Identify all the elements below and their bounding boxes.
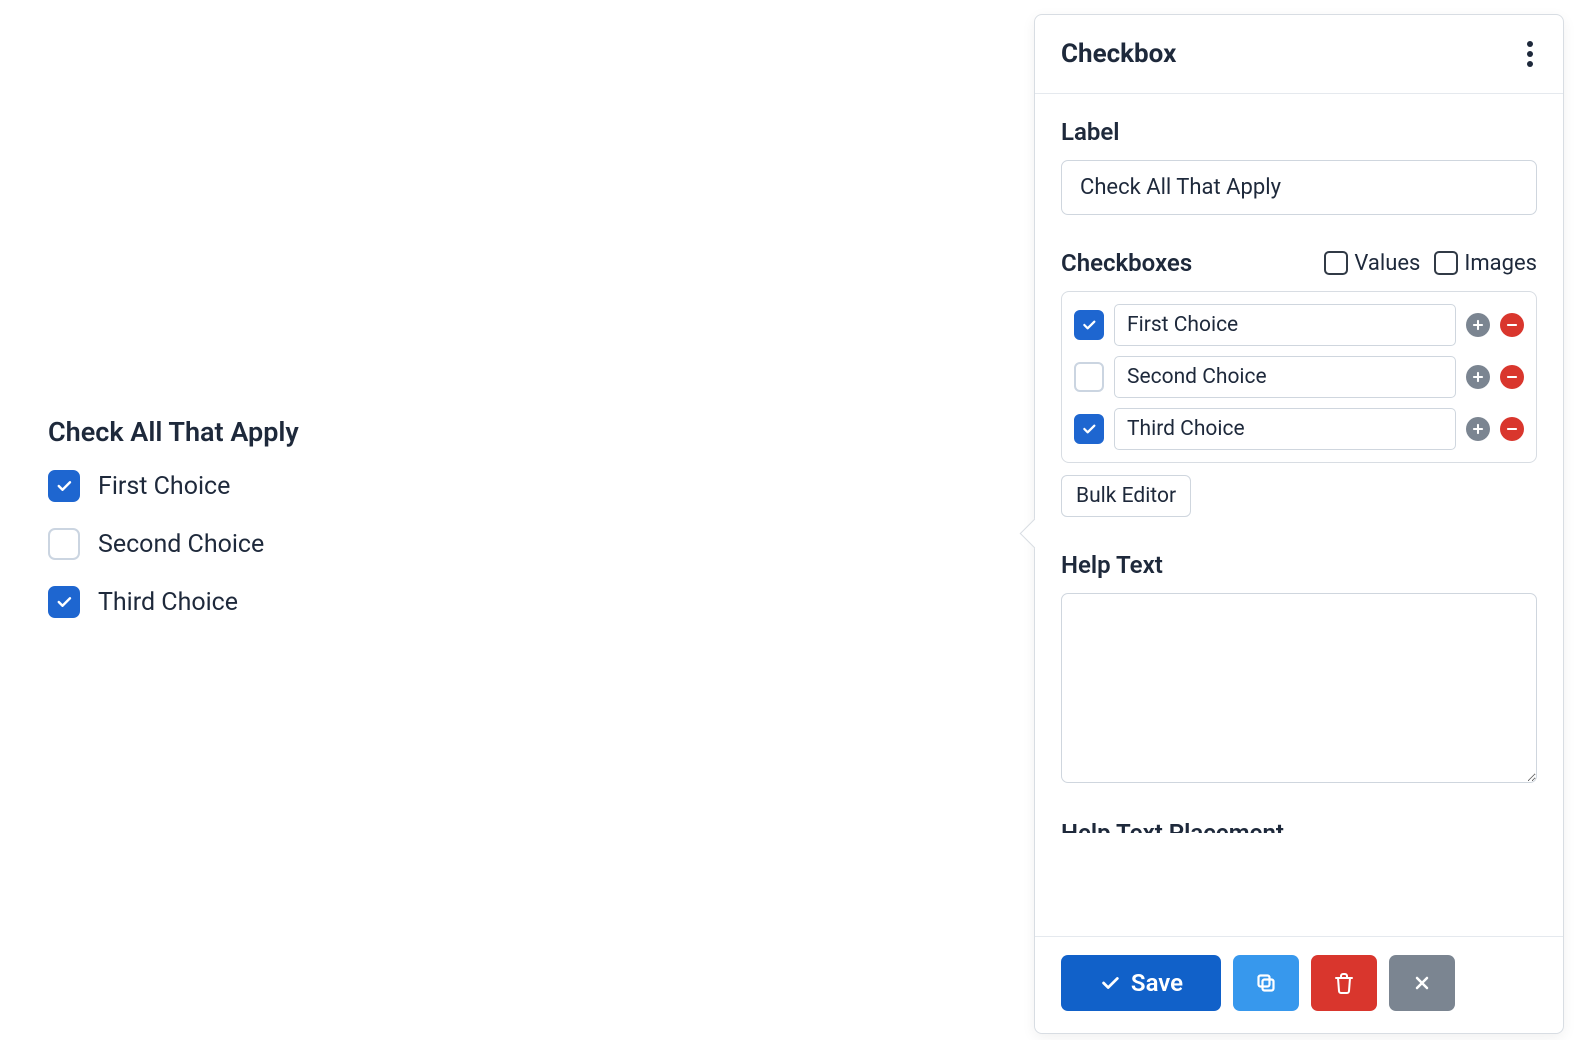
- duplicate-button[interactable]: [1233, 955, 1299, 1011]
- remove-option-icon[interactable]: [1500, 417, 1524, 441]
- option-label-input[interactable]: [1114, 356, 1456, 398]
- preview-item: Third Choice: [48, 586, 748, 618]
- remove-option-icon[interactable]: [1500, 313, 1524, 337]
- preview-checkbox[interactable]: [48, 528, 80, 560]
- options-list: [1061, 291, 1537, 463]
- checkboxes-heading: Checkboxes: [1061, 249, 1192, 277]
- option-default-checkbox[interactable]: [1074, 362, 1104, 392]
- preview-checkbox[interactable]: [48, 470, 80, 502]
- settings-panel: Checkbox Label Checkboxes Values Images: [1034, 14, 1564, 1034]
- trash-icon: [1332, 971, 1356, 995]
- preview-area: Check All That Apply First Choice Second…: [48, 416, 748, 644]
- option-row: [1074, 356, 1524, 398]
- option-row: [1074, 304, 1524, 346]
- option-label-input[interactable]: [1114, 304, 1456, 346]
- save-button[interactable]: Save: [1061, 955, 1221, 1011]
- option-label-input[interactable]: [1114, 408, 1456, 450]
- toggle-images[interactable]: Images: [1434, 251, 1537, 276]
- bulk-editor-button[interactable]: Bulk Editor: [1061, 475, 1191, 517]
- panel-footer: Save: [1035, 936, 1563, 1033]
- more-actions-icon[interactable]: [1523, 37, 1537, 71]
- copy-icon: [1254, 971, 1278, 995]
- add-option-icon[interactable]: [1466, 417, 1490, 441]
- help-text-placement-heading: Help Text Placement: [1061, 819, 1537, 833]
- add-option-icon[interactable]: [1466, 313, 1490, 337]
- toggle-images-checkbox[interactable]: [1434, 251, 1458, 275]
- option-default-checkbox[interactable]: [1074, 310, 1104, 340]
- label-input[interactable]: [1061, 160, 1537, 215]
- preview-item: First Choice: [48, 470, 748, 502]
- checkboxes-header: Checkboxes Values Images: [1061, 249, 1537, 277]
- help-text-heading: Help Text: [1061, 551, 1537, 579]
- remove-option-icon[interactable]: [1500, 365, 1524, 389]
- preview-checkbox[interactable]: [48, 586, 80, 618]
- preview-item: Second Choice: [48, 528, 748, 560]
- label-heading: Label: [1061, 118, 1537, 146]
- save-button-label: Save: [1131, 969, 1183, 997]
- panel-header: Checkbox: [1035, 15, 1563, 94]
- panel-title: Checkbox: [1061, 39, 1176, 69]
- check-icon: [1099, 972, 1121, 994]
- toggle-values[interactable]: Values: [1324, 251, 1420, 276]
- preview-title: Check All That Apply: [48, 416, 748, 448]
- toggle-values-checkbox[interactable]: [1324, 251, 1348, 275]
- toggle-images-label: Images: [1464, 251, 1537, 276]
- toggle-values-label: Values: [1354, 251, 1420, 276]
- help-text-input[interactable]: [1061, 593, 1537, 783]
- toggle-group: Values Images: [1324, 251, 1537, 276]
- option-row: [1074, 408, 1524, 450]
- preview-item-label: Third Choice: [98, 588, 238, 617]
- close-button[interactable]: [1389, 955, 1455, 1011]
- panel-body: Label Checkboxes Values Images: [1035, 94, 1563, 936]
- preview-item-label: Second Choice: [98, 530, 264, 559]
- add-option-icon[interactable]: [1466, 365, 1490, 389]
- delete-button[interactable]: [1311, 955, 1377, 1011]
- option-default-checkbox[interactable]: [1074, 414, 1104, 444]
- preview-item-label: First Choice: [98, 472, 230, 501]
- close-icon: [1412, 973, 1432, 993]
